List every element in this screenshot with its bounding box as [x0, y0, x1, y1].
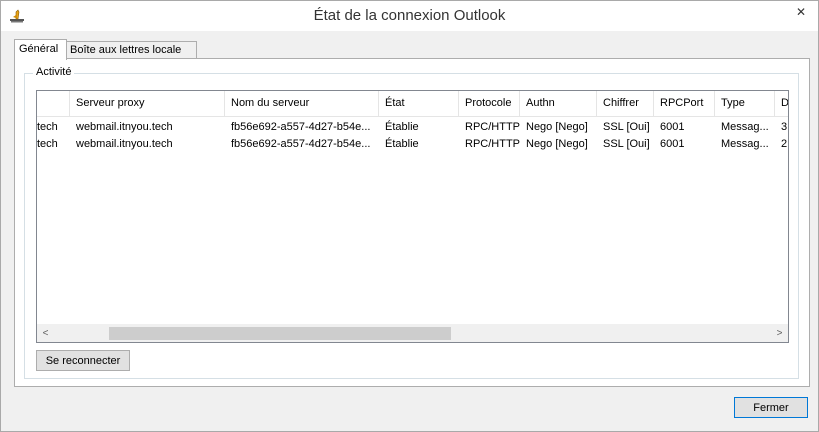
general-tab-panel: Activité Serveur proxy Nom du serveur Ét…	[14, 58, 810, 387]
column-header-protocol[interactable]: Protocole	[459, 91, 520, 116]
horizontal-scrollbar[interactable]: < >	[37, 324, 788, 342]
activity-label: Activité	[33, 66, 75, 78]
window-title: État de la connexion Outlook	[313, 7, 506, 24]
scroll-thumb[interactable]	[109, 327, 451, 340]
column-header-type[interactable]: Type	[715, 91, 775, 116]
scroll-right-icon[interactable]: >	[771, 325, 788, 342]
tab-general[interactable]: Général	[14, 39, 67, 60]
column-header-state[interactable]: État	[379, 91, 459, 116]
column-header-name[interactable]	[37, 91, 70, 116]
tab-local-mailbox[interactable]: Boîte aux lettres locale	[65, 41, 197, 59]
column-header-d[interactable]: D	[775, 91, 788, 116]
column-header-server-name[interactable]: Nom du serveur	[225, 91, 379, 116]
column-header-rpcport[interactable]: RPCPort	[654, 91, 715, 116]
reconnect-button[interactable]: Se reconnecter	[36, 350, 130, 371]
title-bar[interactable]: État de la connexion Outlook ✕	[1, 1, 818, 31]
close-icon: ✕	[795, 5, 807, 19]
outlook-connection-status-window: État de la connexion Outlook ✕ Général B…	[0, 0, 819, 432]
close-button[interactable]: Fermer	[734, 397, 808, 418]
scroll-left-icon[interactable]: <	[37, 325, 54, 342]
column-header-encrypt[interactable]: Chiffrer	[597, 91, 654, 116]
list-header: Serveur proxy Nom du serveur État Protoc…	[37, 91, 788, 117]
activity-groupbox: Activité Serveur proxy Nom du serveur Ét…	[24, 66, 799, 379]
close-window-button[interactable]: ✕	[784, 1, 818, 23]
connection-list[interactable]: Serveur proxy Nom du serveur État Protoc…	[36, 90, 789, 343]
column-header-authn[interactable]: Authn	[520, 91, 597, 116]
column-header-proxy-server[interactable]: Serveur proxy	[70, 91, 225, 116]
table-row[interactable]: tech webmail.itnyou.tech fb56e692-a557-4…	[37, 119, 788, 136]
table-row[interactable]: tech webmail.itnyou.tech fb56e692-a557-4…	[37, 136, 788, 153]
